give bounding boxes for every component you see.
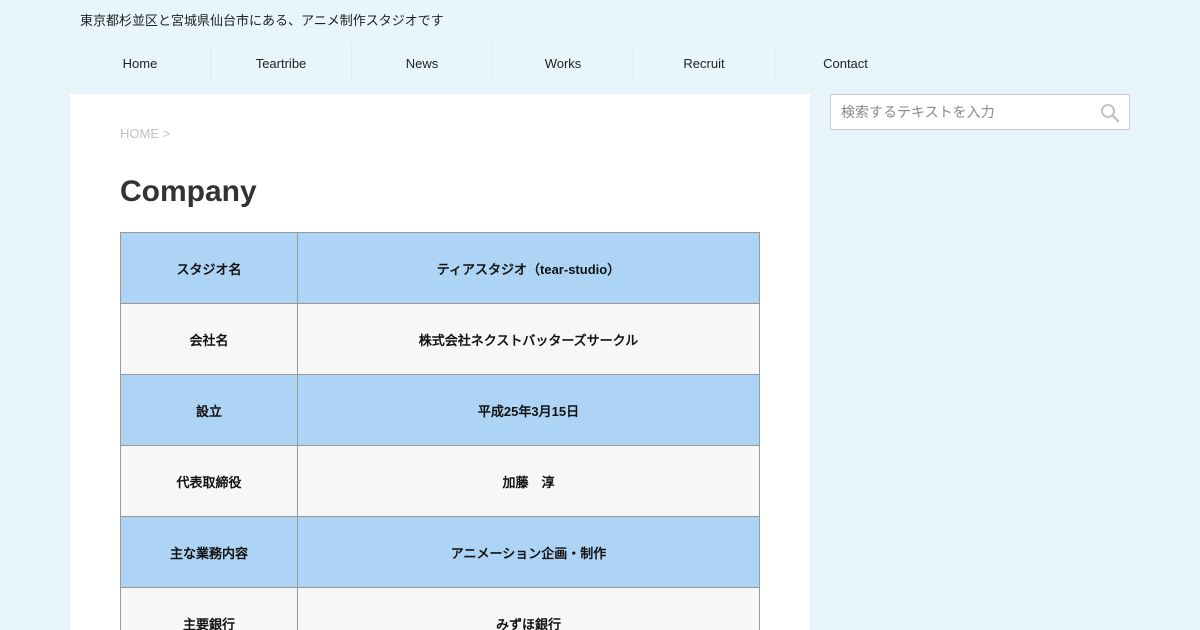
nav-item-home[interactable]: Home xyxy=(70,44,211,83)
page-title: Company xyxy=(120,175,257,208)
table-cell-value: 加藤 淳 xyxy=(297,445,760,517)
search-icon[interactable] xyxy=(1099,102,1121,124)
search-box xyxy=(830,94,1130,130)
table-row: スタジオ名 ティアスタジオ（tear-studio） xyxy=(120,232,760,304)
site-tagline: 東京都杉並区と宮城県仙台市にある、アニメ制作スタジオです xyxy=(80,13,444,28)
table-cell-value: ティアスタジオ（tear-studio） xyxy=(297,232,760,304)
nav-item-news[interactable]: News xyxy=(352,44,493,83)
table-cell-value: 平成25年3月15日 xyxy=(297,374,760,446)
nav-item-works[interactable]: Works xyxy=(493,44,634,83)
breadcrumb-separator: > xyxy=(162,126,171,141)
table-cell-value: みずほ銀行 xyxy=(297,587,760,630)
breadcrumb: HOME > xyxy=(120,126,170,141)
table-row: 主要銀行 みずほ銀行 xyxy=(120,587,760,630)
table-row: 主な業務内容 アニメーション企画・制作 xyxy=(120,516,760,588)
table-row: 代表取締役 加藤 淳 xyxy=(120,445,760,517)
table-row: 会社名 株式会社ネクストバッターズサークル xyxy=(120,303,760,375)
search-input[interactable] xyxy=(831,95,1091,129)
breadcrumb-home-link[interactable]: HOME xyxy=(120,126,159,141)
nav-item-teartribe[interactable]: Teartribe xyxy=(211,44,352,83)
table-cell-label: 主要銀行 xyxy=(120,587,298,630)
company-info-table: スタジオ名 ティアスタジオ（tear-studio） 会社名 株式会社ネクストバ… xyxy=(120,232,760,630)
table-cell-label: 設立 xyxy=(120,374,298,446)
table-cell-label: 主な業務内容 xyxy=(120,516,298,588)
table-row: 設立 平成25年3月15日 xyxy=(120,374,760,446)
nav-item-contact[interactable]: Contact xyxy=(775,44,916,83)
nav-item-recruit[interactable]: Recruit xyxy=(634,44,775,83)
table-cell-value: 株式会社ネクストバッターズサークル xyxy=(297,303,760,375)
main-nav: Home Teartribe News Works Recruit Contac… xyxy=(70,44,916,83)
table-cell-label: 代表取締役 xyxy=(120,445,298,517)
table-cell-value: アニメーション企画・制作 xyxy=(297,516,760,588)
table-cell-label: 会社名 xyxy=(120,303,298,375)
main-content: HOME > Company スタジオ名 ティアスタジオ（tear-studio… xyxy=(70,94,810,630)
table-cell-label: スタジオ名 xyxy=(120,232,298,304)
